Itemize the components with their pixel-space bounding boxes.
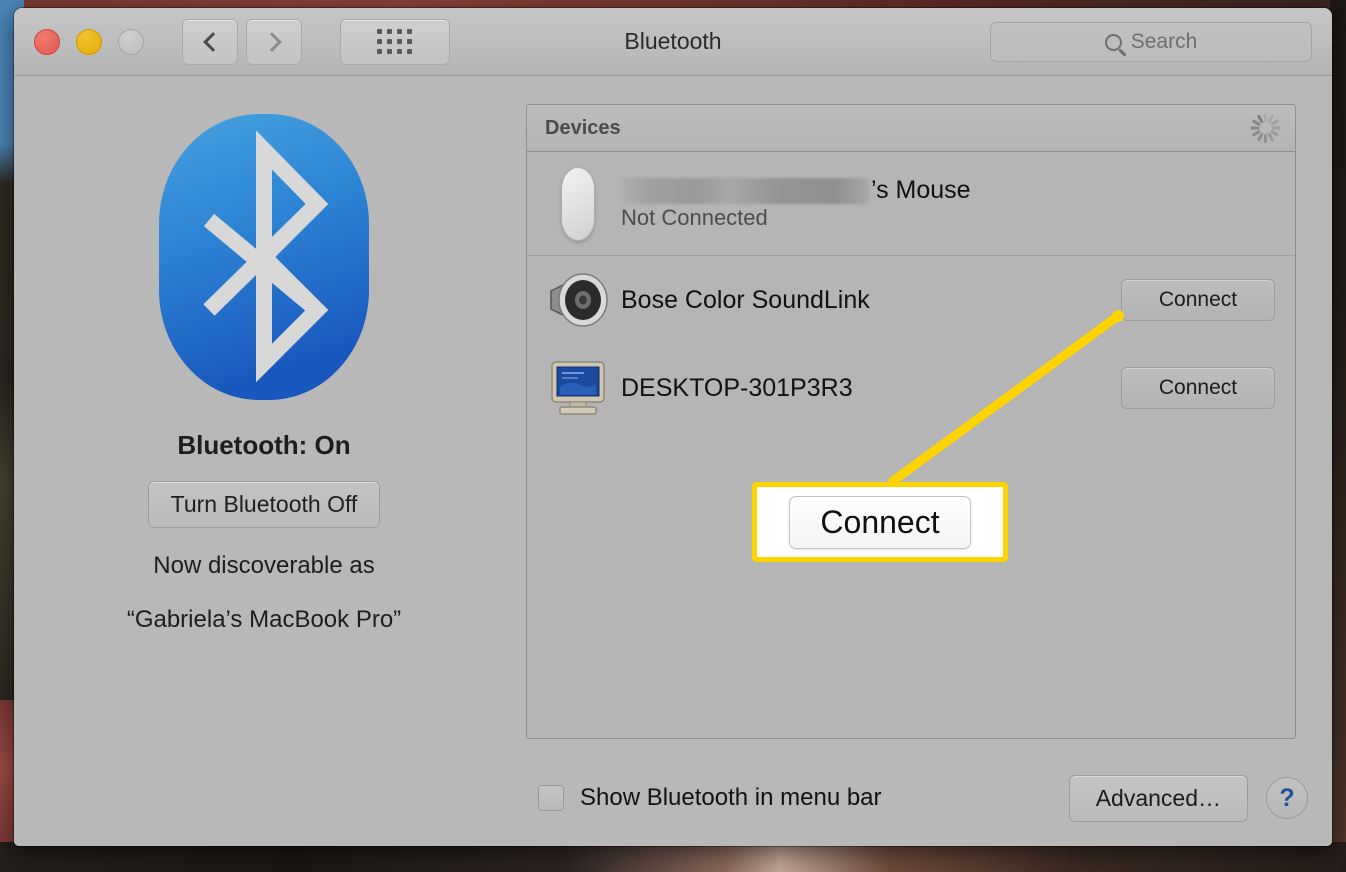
show-all-button[interactable] [340, 18, 450, 65]
chevron-right-icon [261, 31, 282, 52]
search-placeholder: Search [1130, 30, 1198, 53]
bluetooth-status-label: Bluetooth: On [177, 430, 351, 460]
magic-mouse-icon [545, 166, 611, 241]
zoom-button[interactable] [118, 28, 144, 55]
window-body: Bluetooth: On Turn Bluetooth Off Now dis… [14, 76, 1332, 750]
traffic-light-group [34, 28, 144, 55]
show-bluetooth-in-menu-bar-checkbox[interactable]: Show Bluetooth in menu bar [538, 784, 882, 812]
wallpaper-strip-right [1330, 0, 1346, 872]
back-button[interactable] [182, 18, 238, 65]
device-info: Bose Color SoundLink [611, 286, 1121, 315]
chevron-left-icon [202, 31, 223, 52]
wallpaper-strip-bottom [0, 842, 1346, 872]
connect-button-bose-color-soundlink[interactable]: Connect [1121, 279, 1275, 321]
window-titlebar: Bluetooth Search [14, 8, 1332, 76]
device-info: ’s Mouse Not Connected [611, 176, 1275, 231]
checkbox-label: Show Bluetooth in menu bar [580, 784, 882, 811]
turn-bluetooth-off-button[interactable]: Turn Bluetooth Off [147, 481, 381, 528]
forward-button[interactable] [246, 18, 302, 65]
table-row[interactable]: DESKTOP-301P3R3 Connect [527, 344, 1295, 432]
grid-dots-icon [377, 28, 413, 55]
table-row[interactable]: ’s Mouse Not Connected [527, 152, 1295, 256]
device-info: DESKTOP-301P3R3 [611, 374, 1121, 403]
window-footer: Show Bluetooth in menu bar Advanced… ? [14, 750, 1332, 846]
device-name-suffix: ’s Mouse [871, 176, 971, 204]
close-button[interactable] [34, 28, 60, 55]
toolbar-nav-group [182, 18, 302, 65]
table-row[interactable]: Bose Color SoundLink Connect [527, 256, 1295, 344]
desktop-background: Bluetooth Search Bluetooth: On Turn Blue… [0, 0, 1346, 872]
minimize-button[interactable] [76, 28, 102, 55]
desktop-computer-icon [545, 359, 611, 417]
devices-list-box: Devices ’s Mouse Not Connected Bose Colo… [526, 104, 1296, 739]
search-icon [1104, 33, 1122, 51]
discoverable-label: Now discoverable as [153, 552, 375, 579]
help-button[interactable]: ? [1266, 777, 1308, 819]
bluetooth-status-pane: Bluetooth: On Turn Bluetooth Off Now dis… [14, 76, 514, 750]
speaker-icon [545, 271, 611, 329]
bluetooth-preferences-window: Bluetooth Search Bluetooth: On Turn Blue… [14, 8, 1332, 846]
device-name: DESKTOP-301P3R3 [621, 373, 853, 402]
device-name: ’s Mouse [621, 176, 1275, 205]
devices-header-label: Devices [545, 116, 621, 139]
device-status: Not Connected [621, 205, 768, 230]
spinner-icon [1249, 112, 1281, 144]
checkbox-box[interactable] [538, 785, 564, 811]
device-name: Bose Color SoundLink [621, 285, 870, 314]
search-input[interactable]: Search [990, 22, 1312, 62]
advanced-button[interactable]: Advanced… [1068, 774, 1248, 822]
devices-pane: Devices ’s Mouse Not Connected Bose Colo… [514, 76, 1332, 750]
bluetooth-logo-icon [159, 114, 369, 400]
connect-button-desktop-301p3r3[interactable]: Connect [1121, 367, 1275, 409]
devices-list-header: Devices [527, 105, 1295, 152]
redacted-name-block [621, 177, 869, 204]
discoverable-device-name: “Gabriela’s MacBook Pro” [126, 606, 402, 633]
